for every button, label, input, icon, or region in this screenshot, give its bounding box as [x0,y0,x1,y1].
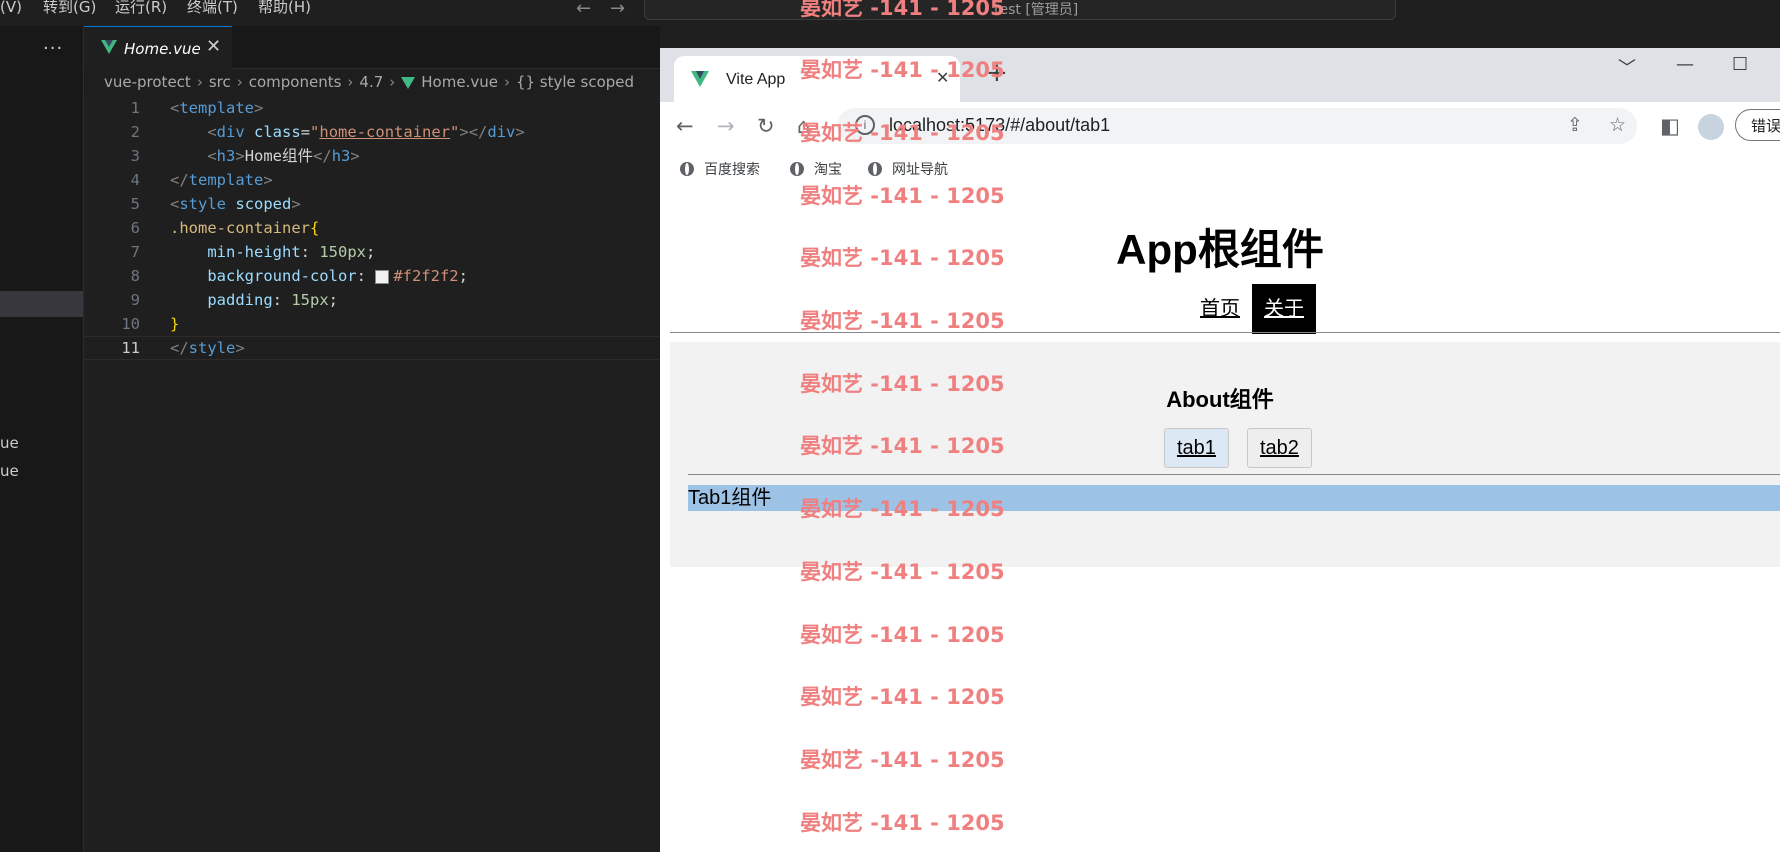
code-line: <style scoped> [170,195,301,213]
code-line: </style> [170,339,245,357]
chevron-right-icon: › [196,73,203,91]
bookmark-item[interactable]: 淘宝 [790,159,842,179]
chevron-right-icon: › [503,73,510,91]
vue-logo-icon [691,71,709,87]
globe-icon [790,162,804,176]
code-line: <h3>Home组件</h3> [207,147,360,165]
line-number: 6 [130,219,140,237]
breadcrumb-item[interactable]: {} style scoped [516,73,634,91]
forward-icon[interactable]: → [717,114,735,138]
explorer-file-2[interactable]: ue [0,462,19,480]
globe-icon [680,162,694,176]
explorer-file-1[interactable]: ue [0,434,19,452]
profile-error-button[interactable]: 错误 [1735,109,1780,141]
watermark-text: 晏如艺 -141 - 1205 [800,372,1005,396]
code-line: background-color: #f2f2f2; [207,267,468,285]
watermark-text: 晏如艺 -141 - 1205 [800,497,1005,521]
bookmark-item[interactable]: 网址导航 [868,159,948,179]
back-arrow-icon[interactable]: ← [576,0,591,19]
command-center-label: test [管理员] [994,2,1079,18]
chevron-right-icon: › [347,73,354,91]
vue-file-icon [101,40,117,54]
code-line: } [170,315,180,333]
back-icon[interactable]: ← [676,114,694,138]
globe-icon [868,162,882,176]
color-swatch[interactable] [375,269,390,284]
watermark-text: 晏如艺 -141 - 1205 [800,58,1005,82]
line-number: 3 [130,147,140,165]
code-line: min-height: 150px; [207,243,376,261]
line-number: 9 [130,291,140,309]
watermark-text: 晏如艺 -141 - 1205 [800,434,1005,458]
line-number: 10 [121,315,140,333]
menu-help[interactable]: 帮助(H) [258,0,311,15]
command-center[interactable]: test [管理员] [644,0,1396,20]
line-number: 1 [130,99,140,117]
share-icon[interactable]: ⇪ [1567,114,1583,136]
watermark-text: 晏如艺 -141 - 1205 [800,309,1005,333]
breadcrumb-item[interactable]: components [249,73,342,91]
watermark-text: 晏如艺 -141 - 1205 [800,811,1005,835]
line-number: 8 [130,267,140,285]
close-icon[interactable]: ✕ [206,36,221,57]
more-actions-icon[interactable]: ··· [43,38,63,59]
editor-tab-home-vue[interactable]: Home.vue ✕ [84,26,232,69]
breadcrumb-item[interactable]: Home.vue [421,73,498,91]
side-panel-icon[interactable]: ◧ [1660,114,1680,138]
maximize-icon[interactable]: ☐ [1732,54,1748,75]
editor-tab-label: Home.vue [124,40,201,58]
breadcrumb-item[interactable]: 4.7 [359,73,383,91]
watermark-text: 晏如艺 -141 - 1205 [800,121,1005,145]
explorer-sidebar: ··· ue ue [0,26,84,852]
nav-link-home[interactable]: 首页 [1188,284,1252,334]
code-line: <template> [170,99,264,117]
watermark-text: 晏如艺 -141 - 1205 [800,685,1005,709]
profile-avatar-icon[interactable] [1698,114,1724,140]
line-number: 5 [130,195,140,213]
editor-tab-bar: Home.vue ✕ [84,26,660,69]
menu-goto[interactable]: 转到(G) [43,0,96,15]
bookmark-item[interactable]: 百度搜索 [680,159,760,179]
watermark-text: 晏如艺 -141 - 1205 [800,748,1005,772]
divider [688,474,1780,475]
menu-view[interactable]: (V) [0,0,22,15]
line-number: 4 [130,171,140,189]
reload-icon[interactable]: ↻ [757,114,775,138]
breadcrumb-item[interactable]: vue-protect [104,73,191,91]
tab-search-chevron-icon[interactable]: ﹀ [1618,54,1636,80]
line-number: 2 [130,123,140,141]
breadcrumb: vue-protect › src › components › 4.7 › Home.vue ›… [104,73,634,91]
breadcrumb-item[interactable]: src [209,73,231,91]
browser-tab-title: Vite App [726,71,786,88]
tab1-link[interactable]: tab1 [1164,428,1229,468]
watermark-text: 晏如艺 -141 - 1205 [800,0,1005,20]
watermark-text: 晏如艺 -141 - 1205 [800,623,1005,647]
watermark-text: 晏如艺 -141 - 1205 [800,184,1005,208]
menu-terminal[interactable]: 终端(T) [187,0,238,15]
bookmark-star-icon[interactable]: ☆ [1609,114,1626,136]
code-line: .home-container{ [170,219,320,237]
chevron-right-icon: › [389,73,396,91]
watermark-text: 晏如艺 -141 - 1205 [800,560,1005,584]
code-line: padding: 15px; [207,291,338,309]
watermark-text: 晏如艺 -141 - 1205 [800,246,1005,270]
explorer-selected-row[interactable] [0,291,83,317]
line-number: 7 [130,243,140,261]
nav-link-about[interactable]: 关于 [1252,284,1316,334]
tab2-link[interactable]: tab2 [1247,428,1312,468]
menu-run[interactable]: 运行(R) [115,0,167,15]
line-number-active: 11 [121,339,140,357]
minimize-icon[interactable]: — [1676,54,1694,75]
forward-arrow-icon[interactable]: → [610,0,625,19]
code-line: <div class="home-container"></div> [207,123,525,141]
vue-file-icon [401,76,416,89]
code-line: </template> [170,171,273,189]
chevron-right-icon: › [236,73,243,91]
